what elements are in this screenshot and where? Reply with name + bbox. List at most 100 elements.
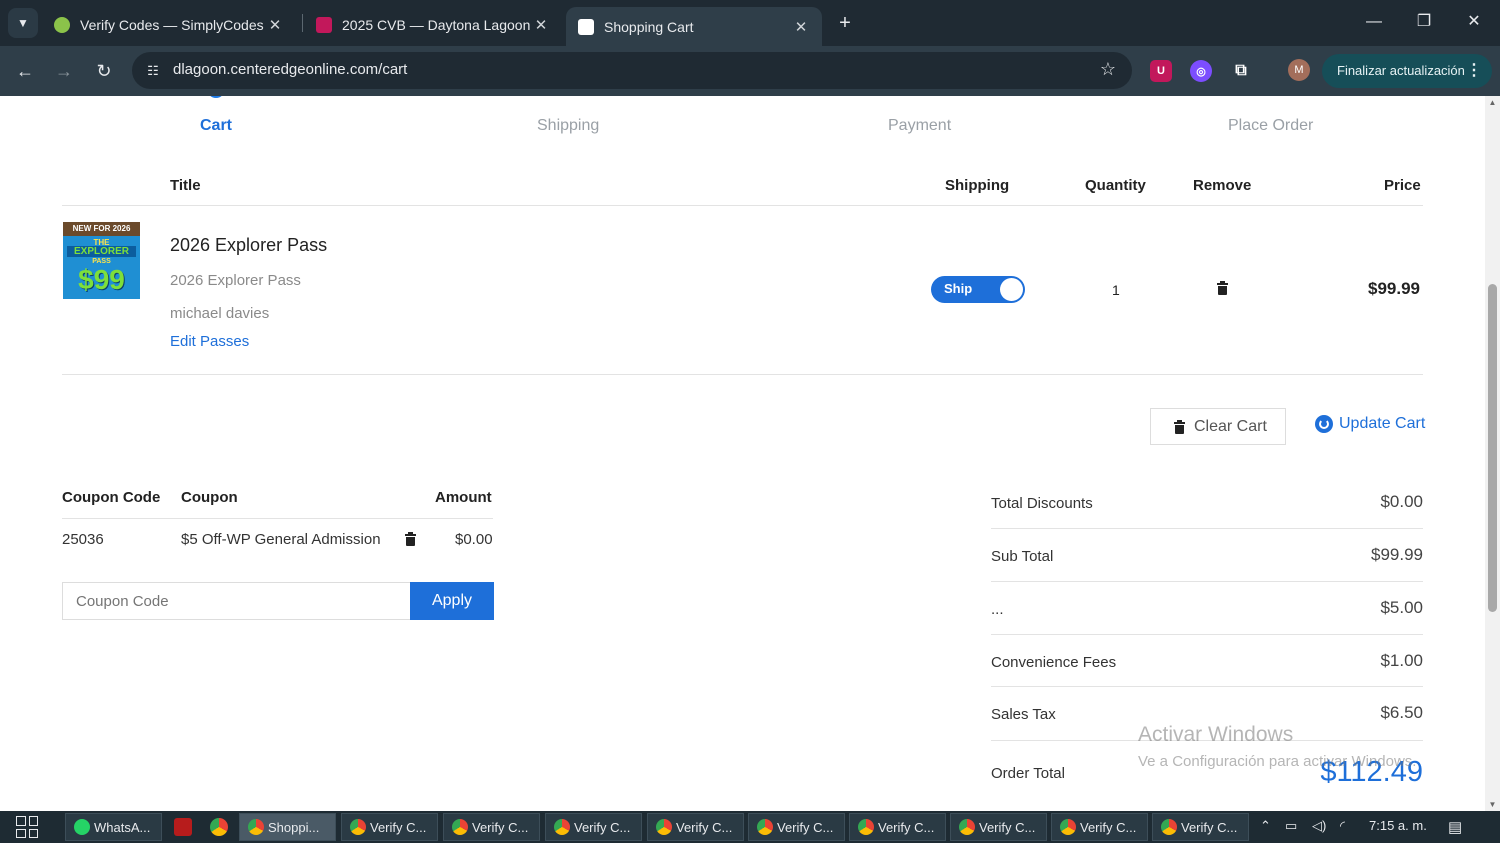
tab-shopping-cart[interactable]: Shopping Cart ✕: [566, 7, 822, 46]
taskbar-label: Verify C...: [370, 819, 427, 835]
url-text[interactable]: dlagoon.centeredgeonline.com/cart: [173, 61, 407, 78]
taskbar-label: Shoppi...: [268, 819, 320, 835]
restore-icon[interactable]: ❐: [1404, 6, 1444, 38]
taskbar-item-shopping[interactable]: Shoppi...: [239, 813, 336, 841]
scroll-up-arrow-icon[interactable]: ▲: [1488, 98, 1497, 107]
chrome-icon[interactable]: [210, 818, 228, 836]
taskbar-item-verify[interactable]: Verify C...: [341, 813, 438, 841]
summary-value: $6.50: [1380, 703, 1423, 722]
taskbar-item-verify[interactable]: Verify C...: [647, 813, 744, 841]
tab-divider: [302, 14, 303, 32]
order-total-label: Order Total: [991, 765, 1065, 782]
page-scrollbar[interactable]: ▲ ▼: [1485, 96, 1500, 811]
forward-arrow-icon[interactable]: →: [49, 56, 79, 86]
column-header-remove: Remove: [1193, 177, 1252, 194]
summary-row-other: ... $5.00: [991, 595, 1423, 647]
extensions-puzzle-icon[interactable]: ⧉: [1230, 60, 1252, 82]
chrome-icon: [959, 819, 975, 835]
close-tab-icon[interactable]: ✕: [266, 16, 284, 34]
bookmark-star-icon[interactable]: ☆: [1100, 59, 1116, 80]
reload-icon[interactable]: ↻: [89, 56, 119, 86]
table-divider: [62, 374, 1423, 375]
minimize-icon[interactable]: —: [1354, 6, 1394, 38]
chrome-icon: [248, 819, 264, 835]
summary-label: Sub Total: [991, 548, 1054, 565]
taskbar-label: Verify C...: [878, 819, 935, 835]
item-title: 2026 Explorer Pass: [170, 235, 328, 255]
thumb-text-explorer: EXPLORER: [67, 246, 136, 257]
summary-divider: [991, 581, 1423, 582]
taskbar-red-app-icon[interactable]: [174, 818, 192, 836]
coupon-code-input[interactable]: [62, 582, 411, 620]
remove-coupon-trash-icon[interactable]: [405, 532, 416, 546]
coupon-header-code: Coupon Code: [62, 489, 161, 506]
close-tab-icon[interactable]: ✕: [792, 18, 810, 36]
thumb-band-text: NEW FOR 2026: [72, 224, 131, 233]
summary-row-sub-total: Sub Total $99.99: [991, 542, 1423, 594]
taskbar-item-verify[interactable]: Verify C...: [849, 813, 946, 841]
taskbar-item-verify[interactable]: Verify C...: [443, 813, 540, 841]
ublock-extension-icon[interactable]: U: [1150, 60, 1172, 82]
refresh-icon: [1315, 415, 1333, 433]
step-payment: Payment: [888, 117, 952, 134]
taskbar-item-verify[interactable]: Verify C...: [1051, 813, 1148, 841]
clock-time[interactable]: 7:15 a. m.: [1369, 818, 1427, 833]
explorer-pass-thumbnail: NEW FOR 2026 THE EXPLORER PASS $99: [63, 222, 140, 299]
item-subtitle: 2026 Explorer Pass: [170, 272, 301, 289]
coupon-name-value: $5 Off-WP General Admission: [181, 531, 381, 548]
summary-label: Convenience Fees: [991, 654, 1117, 671]
taskbar-item-verify[interactable]: Verify C...: [1152, 813, 1249, 841]
address-bar[interactable]: ☷ dlagoon.centeredgeonline.com/cart ☆: [132, 52, 1132, 89]
new-tab-plus-icon[interactable]: +: [832, 8, 858, 38]
taskbar-item-verify[interactable]: Verify C...: [950, 813, 1047, 841]
clear-cart-label: Clear Cart: [1194, 418, 1267, 435]
taskbar-item-verify[interactable]: Verify C...: [545, 813, 642, 841]
tray-chevron-up-icon[interactable]: ⌃: [1260, 818, 1271, 834]
notifications-icon[interactable]: ▤: [1448, 818, 1462, 836]
chrome-icon: [452, 819, 468, 835]
kebab-menu-icon[interactable]: ⋮: [1466, 54, 1482, 88]
ship-toggle-label: Ship: [944, 281, 973, 296]
ship-toggle[interactable]: Ship: [931, 276, 1025, 303]
step-cart[interactable]: Cart: [200, 117, 232, 135]
profile-avatar[interactable]: M: [1288, 59, 1310, 81]
close-window-icon[interactable]: ✕: [1454, 6, 1494, 38]
chrome-icon: [757, 819, 773, 835]
taskbar-item-whatsapp[interactable]: WhatsA...: [65, 813, 162, 841]
tab-search-chevron-icon[interactable]: ▼: [8, 8, 38, 38]
tab-verify-codes[interactable]: Verify Codes — SimplyCodes ✕: [42, 7, 296, 43]
battery-icon[interactable]: ▭: [1285, 818, 1297, 834]
coupon-code-value: 25036: [62, 531, 104, 548]
taskbar-item-verify[interactable]: Verify C...: [748, 813, 845, 841]
column-header-price: Price: [1384, 177, 1421, 194]
column-header-quantity: Quantity: [1085, 177, 1146, 194]
start-grid-icon[interactable]: [16, 816, 38, 838]
clear-cart-button[interactable]: Clear Cart: [1150, 408, 1286, 445]
volume-icon[interactable]: ◁): [1312, 818, 1326, 834]
summary-divider: [991, 634, 1423, 635]
back-arrow-icon[interactable]: ←: [10, 56, 40, 86]
site-info-icon[interactable]: ☷: [142, 60, 164, 82]
edit-passes-link[interactable]: Edit Passes: [170, 333, 249, 350]
summary-label: Sales Tax: [991, 706, 1056, 723]
tab-daytona-lagoon[interactable]: 2025 CVB — Daytona Lagoon ✕: [304, 7, 562, 43]
shopping-cart-favicon-icon: [578, 18, 594, 35]
step-shipping: Shipping: [537, 117, 600, 134]
taskbar-label: WhatsA...: [94, 819, 151, 835]
summary-label: Total Discounts: [991, 495, 1093, 512]
scroll-down-arrow-icon[interactable]: ▼: [1488, 800, 1497, 809]
remove-item-trash-icon[interactable]: [1217, 281, 1228, 295]
browser-toolbar: ← → ↻ ☷ dlagoon.centeredgeonline.com/car…: [0, 46, 1500, 96]
finish-update-button[interactable]: Finalizar actualización ⋮: [1322, 54, 1492, 88]
close-tab-icon[interactable]: ✕: [532, 16, 550, 34]
summary-value: $0.00: [1380, 492, 1423, 511]
taskbar-label: Verify C...: [777, 819, 834, 835]
tab-title: Shopping Cart: [604, 18, 694, 35]
chrome-icon: [858, 819, 874, 835]
apply-coupon-button[interactable]: Apply: [410, 582, 494, 620]
summary-value: $99.99: [1371, 545, 1423, 564]
wifi-icon[interactable]: ◜: [1340, 818, 1345, 834]
scrollbar-thumb[interactable]: [1488, 284, 1497, 612]
summary-label: ...: [991, 601, 1004, 618]
purple-extension-icon[interactable]: ◎: [1190, 60, 1212, 82]
